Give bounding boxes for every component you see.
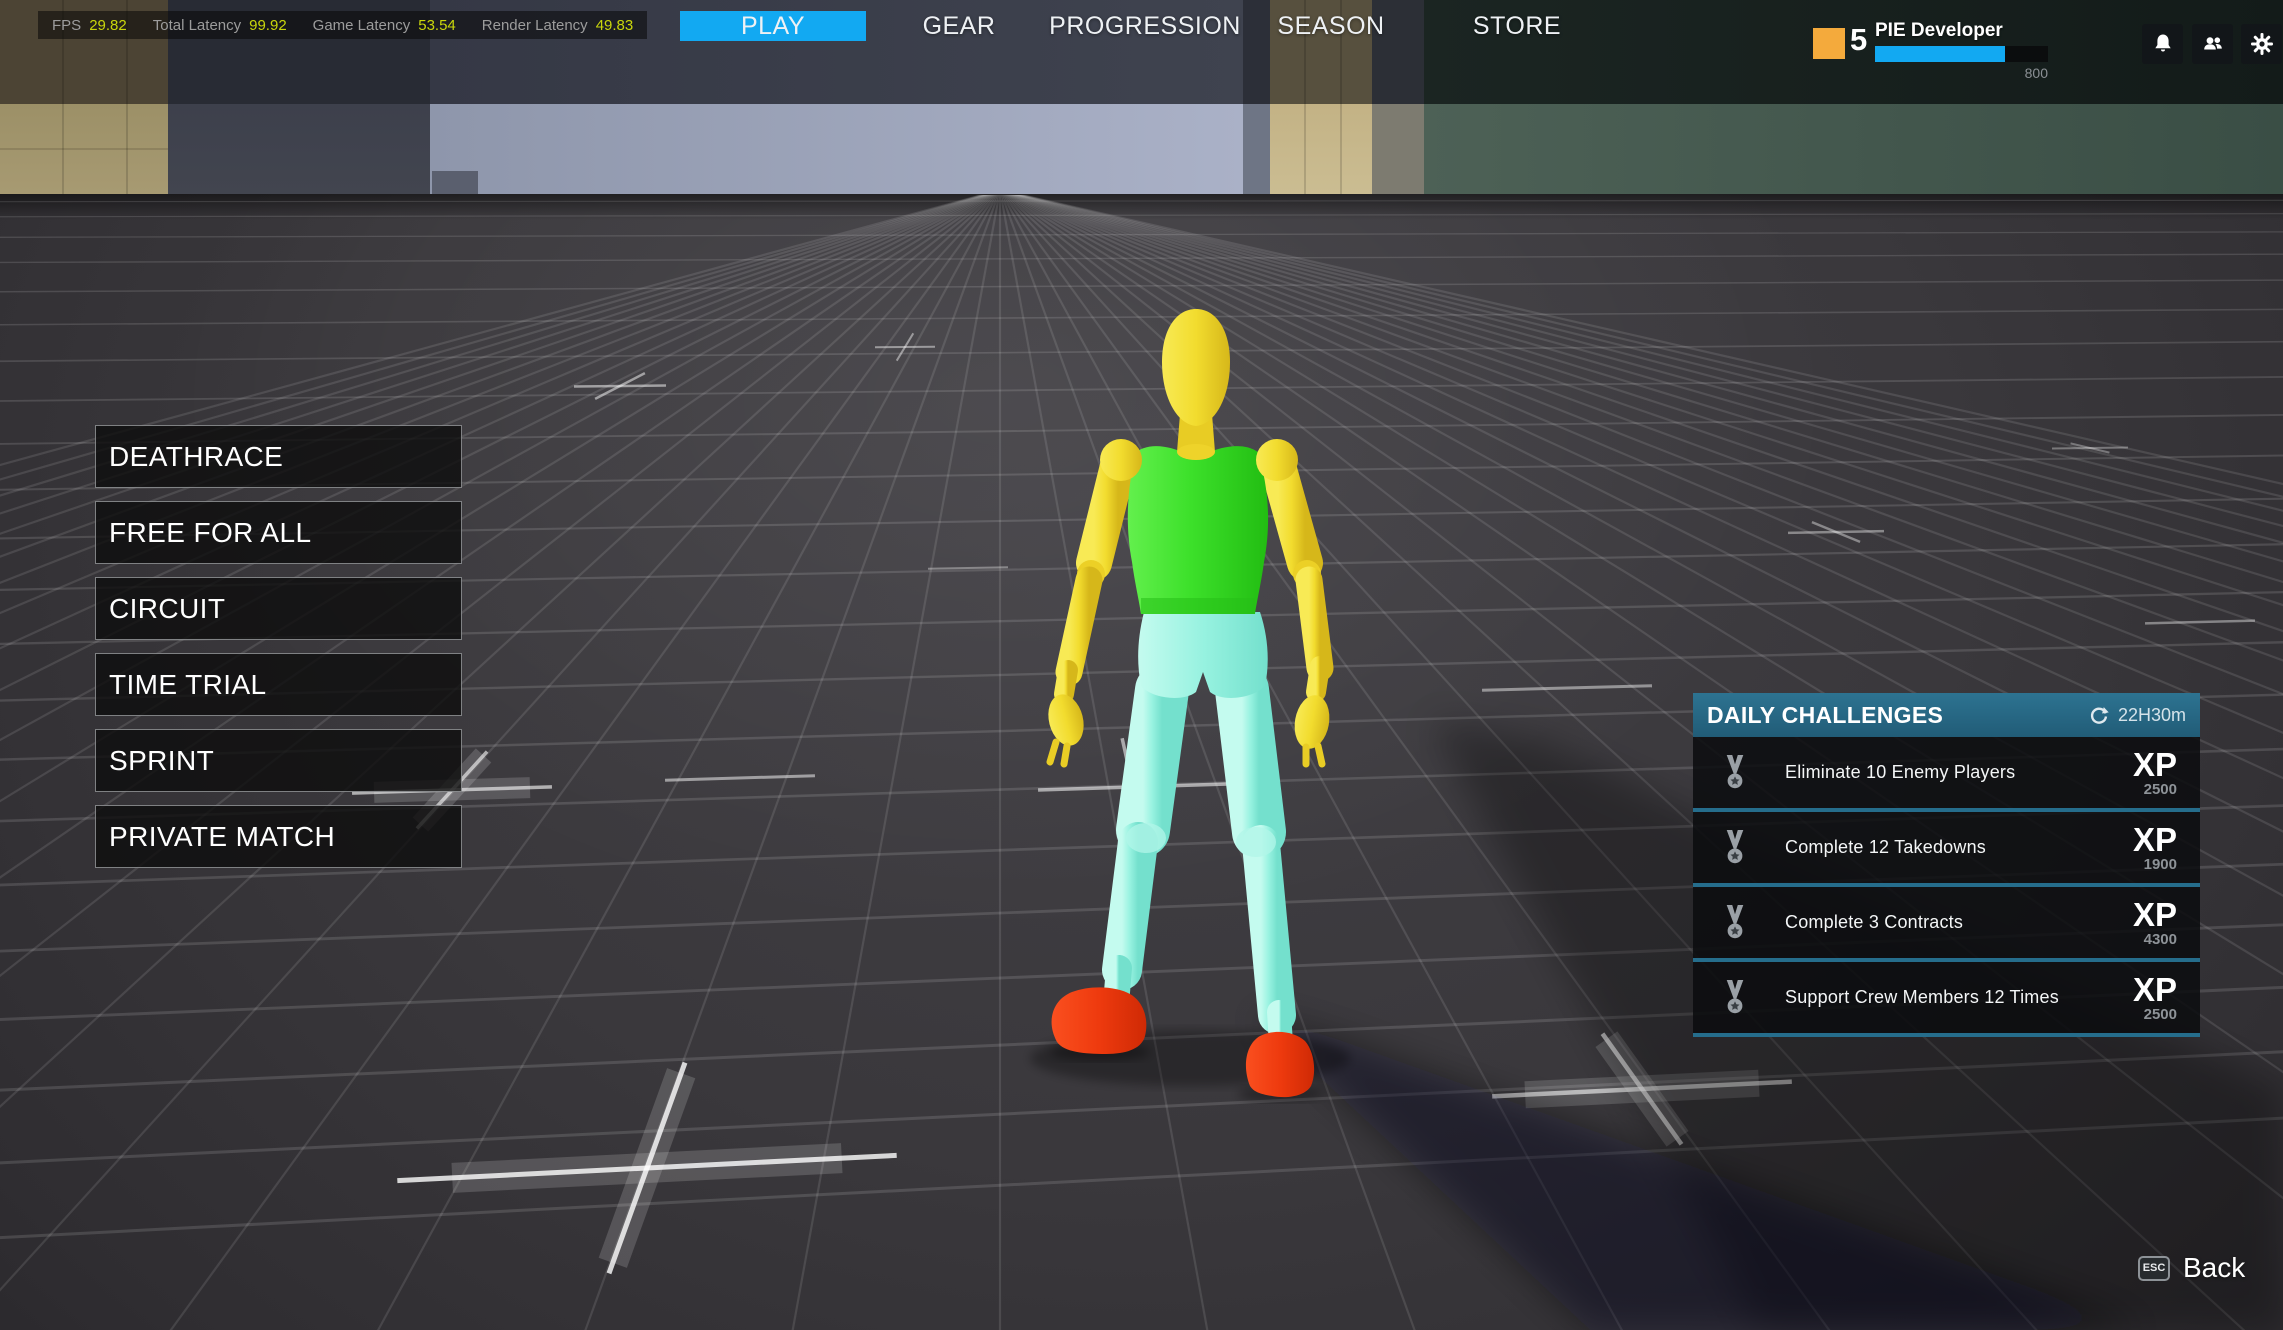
reset-time-text: 22H30m <box>2118 705 2186 726</box>
challenge-row: Eliminate 10 Enemy Players XP 2500 <box>1693 737 2200 812</box>
challenge-reward: XP 2500 <box>2133 748 2177 797</box>
player-profile: 5 PIE Developer 800 <box>1813 20 2053 82</box>
tab-season[interactable]: SEASON <box>1238 11 1424 41</box>
medal-icon <box>1723 755 1747 790</box>
mode-free-for-all-button[interactable]: FREE FOR ALL <box>95 501 462 564</box>
tab-play[interactable]: PLAY <box>680 11 866 41</box>
xp-progress-fill <box>1875 46 2005 62</box>
mode-sprint-button[interactable]: SPRINT <box>95 729 462 792</box>
mode-circuit-button[interactable]: CIRCUIT <box>95 577 462 640</box>
challenge-text: Complete 3 Contracts <box>1785 912 1963 933</box>
mode-private-match-button[interactable]: PRIVATE MATCH <box>95 805 462 868</box>
game-mode-menu: DEATHRACE FREE FOR ALL CIRCUIT TIME TRIA… <box>95 425 462 881</box>
esc-key-icon: ESC <box>2138 1256 2170 1281</box>
level-badge <box>1813 28 1845 59</box>
stat-game-latency: Game Latency 53.54 <box>313 17 456 34</box>
settings-button[interactable] <box>2241 24 2282 64</box>
xp-label: XP <box>2133 973 2177 1006</box>
stat-total-latency: Total Latency 99.92 <box>153 17 287 34</box>
tab-gear[interactable]: GEAR <box>866 11 1052 41</box>
xp-label: XP <box>2133 748 2177 781</box>
mode-deathrace-button[interactable]: DEATHRACE <box>95 425 462 488</box>
challenge-text: Eliminate 10 Enemy Players <box>1785 762 2015 783</box>
daily-challenges-header: DAILY CHALLENGES 22H30m <box>1693 693 2200 737</box>
challenge-text: Support Crew Members 12 Times <box>1785 987 2059 1008</box>
xp-to-next-level: 800 <box>1875 65 2048 81</box>
back-button[interactable]: ESC Back <box>2138 1252 2245 1284</box>
challenge-row: Support Crew Members 12 Times XP 2500 <box>1693 962 2200 1037</box>
mode-time-trial-button[interactable]: TIME TRIAL <box>95 653 462 716</box>
challenge-reward: XP 1900 <box>2133 823 2177 872</box>
challenges-reset-timer: 22H30m <box>2088 704 2186 726</box>
game-lobby-screen: FPS 29.82 Total Latency 99.92 Game Laten… <box>0 0 2283 1330</box>
friends-button[interactable] <box>2192 24 2233 64</box>
notifications-button[interactable] <box>2142 24 2183 64</box>
xp-amount: 4300 <box>2133 932 2177 947</box>
main-nav: PLAY GEAR PROGRESSION SEASON STORE <box>680 11 1610 41</box>
xp-progress-bar <box>1875 46 2048 62</box>
gear-icon <box>2250 32 2274 56</box>
tab-store[interactable]: STORE <box>1424 11 1610 41</box>
back-label: Back <box>2183 1252 2245 1284</box>
challenge-row: Complete 12 Takedowns XP 1900 <box>1693 812 2200 887</box>
player-name: PIE Developer <box>1875 20 2003 42</box>
stat-fps: FPS 29.82 <box>52 17 127 34</box>
performance-stats-bar: FPS 29.82 Total Latency 99.92 Game Laten… <box>38 11 647 39</box>
stat-render-latency: Render Latency 49.83 <box>482 17 633 34</box>
xp-amount: 1900 <box>2133 857 2177 872</box>
xp-label: XP <box>2133 898 2177 931</box>
challenge-text: Complete 12 Takedowns <box>1785 837 1986 858</box>
bell-icon <box>2151 32 2175 56</box>
daily-challenges-title: DAILY CHALLENGES <box>1707 702 1943 729</box>
challenge-row: Complete 3 Contracts XP 4300 <box>1693 887 2200 962</box>
xp-amount: 2500 <box>2133 782 2177 797</box>
people-icon <box>2201 32 2225 56</box>
medal-icon <box>1723 980 1747 1015</box>
medal-icon <box>1723 830 1747 865</box>
challenge-reward: XP 4300 <box>2133 898 2177 947</box>
refresh-icon <box>2088 704 2110 726</box>
daily-challenges-panel: DAILY CHALLENGES 22H30m Eliminate 10 Ene… <box>1693 693 2200 1037</box>
tab-progression[interactable]: PROGRESSION <box>1052 11 1238 41</box>
challenge-reward: XP 2500 <box>2133 973 2177 1022</box>
xp-amount: 2500 <box>2133 1007 2177 1022</box>
medal-icon <box>1723 905 1747 940</box>
xp-label: XP <box>2133 823 2177 856</box>
level-number: 5 <box>1850 22 1867 58</box>
